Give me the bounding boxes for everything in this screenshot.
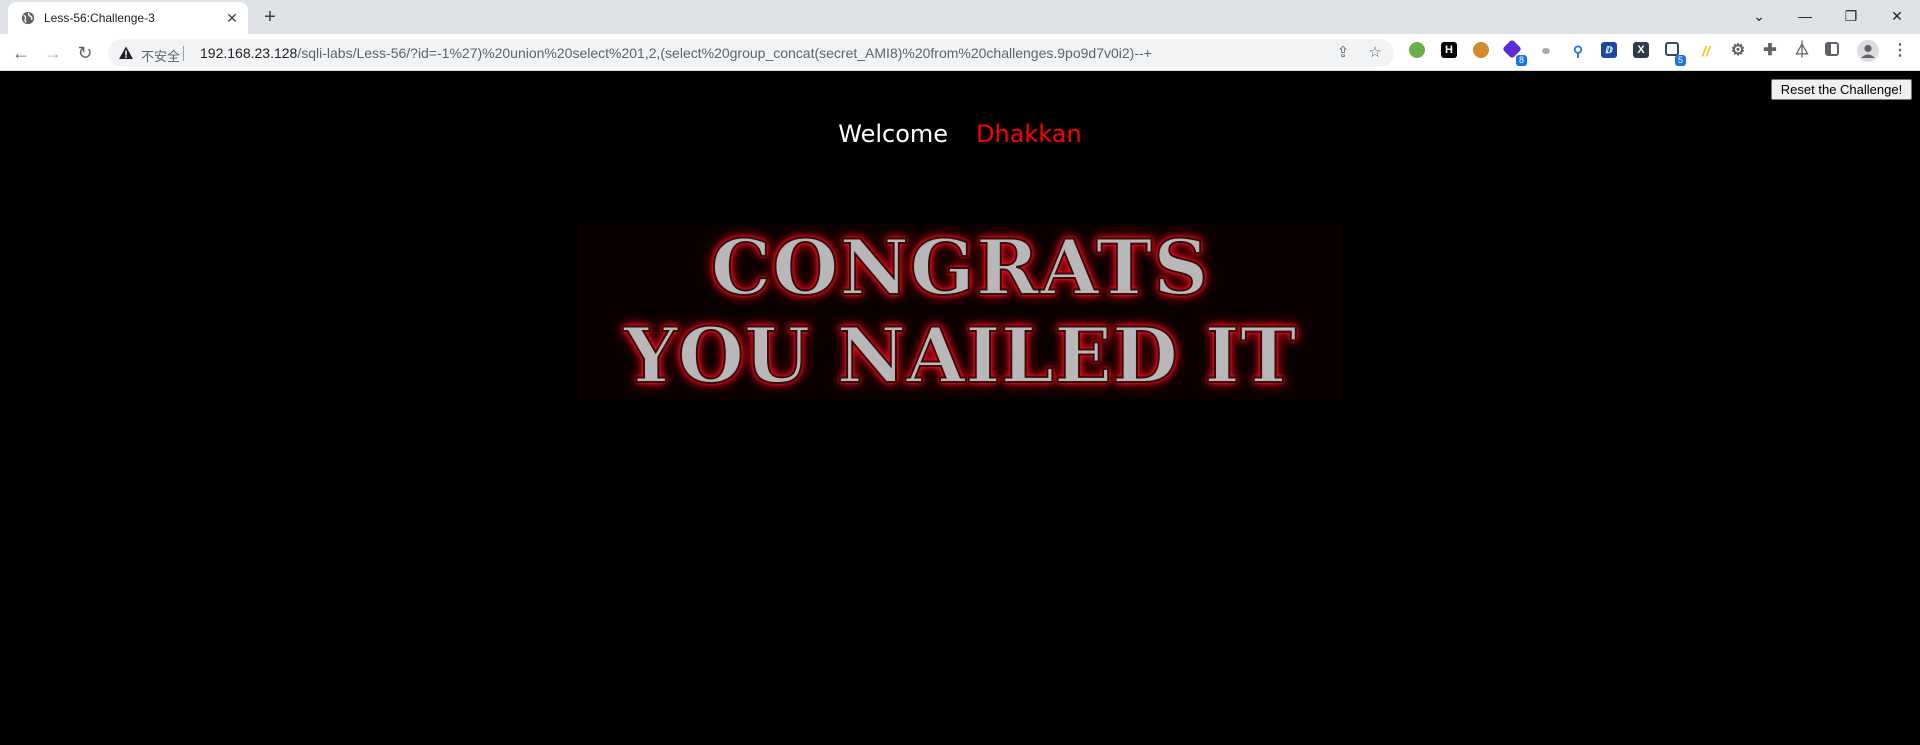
- tab-strip: Less-56:Challenge-3 ✕ + ⌄ — ❐ ✕: [0, 0, 1920, 34]
- translate-icon[interactable]: ⅅ: [1601, 42, 1617, 58]
- side-panel-icon[interactable]: [1825, 42, 1839, 56]
- username-label: Dhakkan: [976, 120, 1082, 148]
- minimize-button[interactable]: —: [1791, 4, 1819, 28]
- omnibox-divider: [183, 46, 184, 61]
- menu-icon[interactable]: ⋮: [1891, 42, 1909, 60]
- welcome-label: Welcome: [838, 120, 949, 148]
- puzzle-icon[interactable]: ✚: [1761, 42, 1779, 60]
- url-path: /sqli-labs/Less-56/?id=-1%27)%20union%20…: [297, 45, 1152, 61]
- h-icon[interactable]: H: [1441, 42, 1457, 58]
- reload-button[interactable]: ↻: [73, 41, 97, 65]
- slash-icon[interactable]: //: [1697, 42, 1715, 60]
- banner-line-2: YOU NAILED IT: [622, 311, 1297, 400]
- tab-search-icon[interactable]: ⌄: [1745, 4, 1773, 28]
- gear-icon[interactable]: ⚙: [1729, 42, 1747, 60]
- reset-challenge-button[interactable]: Reset the Challenge!: [1771, 79, 1912, 100]
- tab-title: Less-56:Challenge-3: [44, 11, 155, 25]
- cookie-icon[interactable]: [1473, 42, 1489, 58]
- welcome-message: Welcome Dhakkan: [0, 120, 1920, 148]
- link-icon[interactable]: ⚭: [1537, 42, 1555, 60]
- browser-toolbar: ← → ↻ 不安全 192.168.23.128/sqli-labs/Less-…: [0, 34, 1920, 71]
- x-icon[interactable]: X: [1633, 42, 1649, 58]
- restore-button[interactable]: ❐: [1837, 4, 1865, 28]
- forward-button[interactable]: →: [41, 41, 65, 65]
- tab-manager-icon[interactable]: [1665, 42, 1679, 56]
- url-host: 192.168.23.128: [200, 45, 298, 61]
- new-tab-button[interactable]: +: [260, 7, 280, 27]
- address-bar[interactable]: 不安全 192.168.23.128/sqli-labs/Less-56/?id…: [108, 39, 1394, 67]
- flask-icon[interactable]: ⏃: [1793, 42, 1811, 60]
- extension-badge: 5: [1675, 55, 1686, 66]
- close-tab-icon[interactable]: ✕: [224, 10, 240, 26]
- pin-icon[interactable]: ⚲: [1569, 42, 1587, 60]
- share-icon[interactable]: ⇪: [1334, 44, 1352, 62]
- banner-line-1: CONGRATS: [710, 223, 1210, 312]
- url-text[interactable]: 192.168.23.128/sqli-labs/Less-56/?id=-1%…: [200, 45, 1152, 61]
- bookmark-star-icon[interactable]: ☆: [1366, 44, 1384, 62]
- warning-icon: [119, 46, 133, 59]
- not-secure-label[interactable]: 不安全: [141, 46, 180, 65]
- browser-tab[interactable]: Less-56:Challenge-3 ✕: [8, 2, 248, 34]
- globe-icon: [21, 11, 35, 25]
- close-window-button[interactable]: ✕: [1883, 4, 1911, 28]
- extension-badge: 8: [1516, 55, 1527, 66]
- green-circle-icon[interactable]: [1409, 42, 1425, 58]
- congrats-banner-image: CONGRATS YOU NAILED IT: [578, 222, 1342, 400]
- profile-icon[interactable]: [1857, 40, 1879, 62]
- back-button[interactable]: ←: [9, 41, 33, 65]
